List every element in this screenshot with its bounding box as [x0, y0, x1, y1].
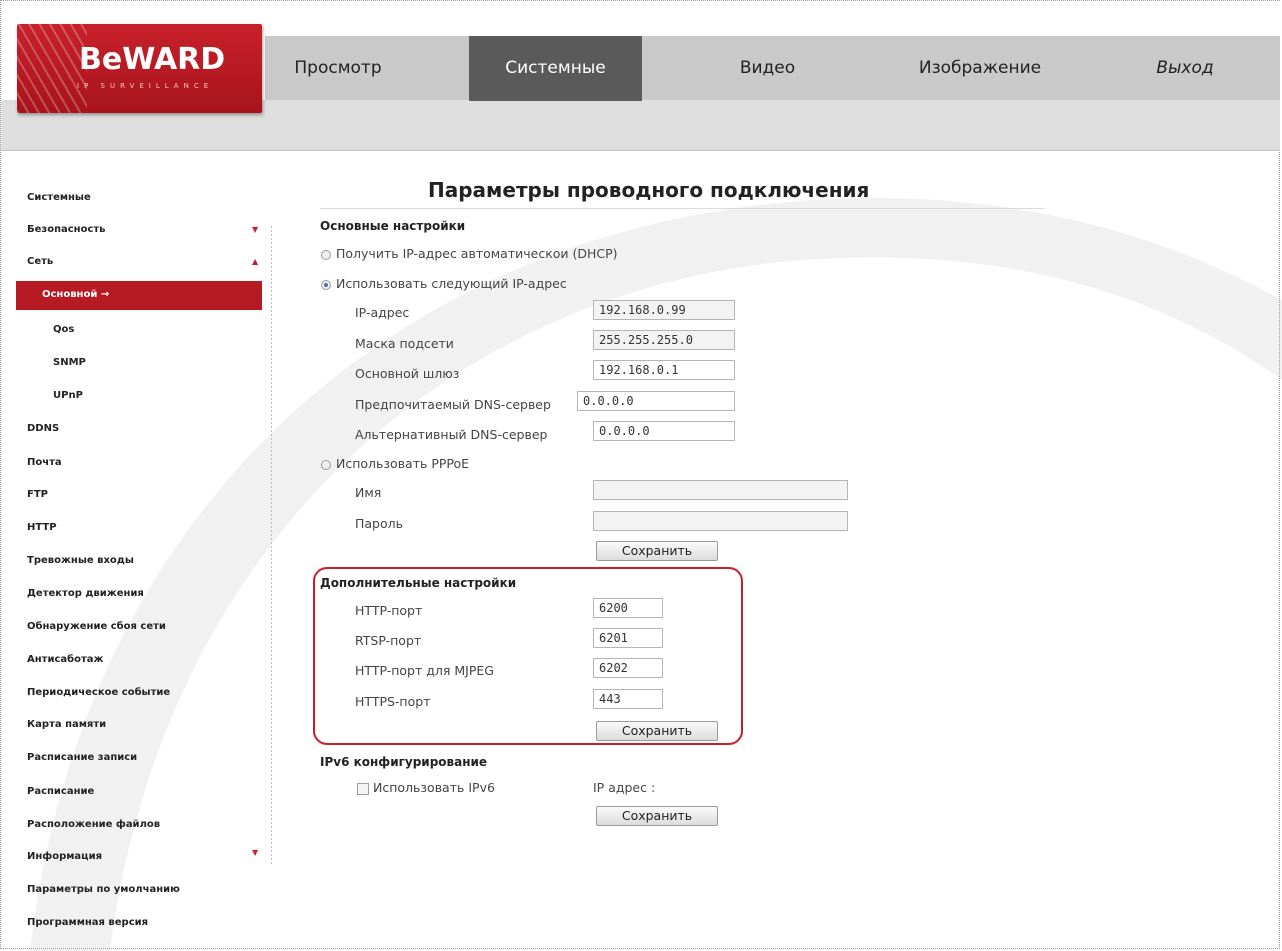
- https-port-label: HTTPS-порт: [355, 694, 431, 709]
- pppoe-name-label: Имя: [355, 485, 382, 500]
- sidebar-item-file-location[interactable]: Расположение файлов: [27, 819, 160, 830]
- sidebar-item-snmp[interactable]: SNMP: [53, 357, 86, 368]
- logo-tagline: IP SURVEILLANCE: [77, 82, 214, 90]
- rtsp-port-label: RTSP-порт: [355, 633, 422, 648]
- tab-video[interactable]: Видео: [700, 36, 835, 101]
- sidebar-item-basic-label: Основной →: [42, 289, 110, 300]
- sidebar-item-firmware[interactable]: Программная версия: [27, 917, 148, 928]
- page-title: Параметры проводного подключения: [428, 178, 870, 202]
- save-advanced-button[interactable]: Сохранить: [596, 721, 718, 741]
- dns-secondary-field[interactable]: 0.0.0.0: [593, 421, 735, 441]
- subnet-mask-label: Маска подсети: [355, 336, 454, 351]
- sidebar-divider: [271, 226, 272, 866]
- sidebar-item-schedule[interactable]: Расписание: [27, 786, 94, 797]
- sidebar-item-mail[interactable]: Почта: [27, 457, 62, 468]
- sidebar-item-system[interactable]: Системные: [27, 192, 91, 203]
- dhcp-radio[interactable]: [321, 250, 331, 260]
- sidebar-item-http[interactable]: HTTP: [27, 522, 57, 533]
- ipv6-address-label: IP адрес :: [593, 780, 656, 795]
- sidebar-item-defaults[interactable]: Параметры по умолчанию: [27, 884, 180, 895]
- sidebar-item-network-failure[interactable]: Обнаружение сбоя сети: [27, 621, 166, 632]
- ipv6-checkbox[interactable]: [357, 783, 369, 795]
- expand-arrow-icon[interactable]: ▼: [252, 225, 258, 234]
- sidebar-item-alarm-inputs[interactable]: Тревожные входы: [27, 555, 134, 566]
- sidebar-item-info[interactable]: Информация: [27, 851, 102, 862]
- sidebar-item-motion-detector[interactable]: Детектор движения: [27, 588, 144, 599]
- ip-address-label: IP-адрес: [355, 305, 410, 320]
- sidebar-item-upnp[interactable]: UPnP: [53, 390, 83, 401]
- sidebar-item-basic[interactable]: Основной →: [16, 281, 262, 310]
- pppoe-name-field[interactable]: [593, 480, 848, 500]
- pppoe-password-field[interactable]: [593, 511, 848, 531]
- logo-pattern: [17, 24, 87, 113]
- https-port-field[interactable]: 443: [593, 689, 663, 709]
- ipv6-heading: IPv6 конфигурирование: [320, 755, 488, 769]
- static-ip-radio[interactable]: [321, 280, 331, 290]
- ip-address-field[interactable]: 192.168.0.99: [593, 300, 735, 320]
- mjpeg-port-field[interactable]: 6202: [593, 658, 663, 678]
- basic-settings-heading: Основные настройки: [320, 219, 466, 233]
- sidebar-item-ftp[interactable]: FTP: [27, 489, 48, 500]
- expand-arrow-icon[interactable]: ▼: [252, 848, 258, 857]
- mjpeg-port-label: HTTP-порт для MJPEG: [355, 663, 494, 678]
- http-port-label: HTTP-порт: [355, 603, 423, 618]
- dns-secondary-label: Альтернативный DNS-сервер: [355, 427, 548, 442]
- pppoe-radio[interactable]: [321, 460, 331, 470]
- subnet-mask-field[interactable]: 255.255.255.0: [593, 330, 735, 350]
- arrow-right-icon: →: [100, 289, 110, 300]
- dhcp-label: Получить IP-адрес автоматическои (DHCP): [336, 246, 618, 261]
- gateway-field[interactable]: 192.168.0.1: [593, 360, 735, 380]
- pppoe-label: Использовать PPPoE: [336, 456, 470, 471]
- title-divider: [320, 208, 1045, 209]
- sidebar-item-qos[interactable]: Qos: [53, 324, 74, 335]
- sidebar-item-record-schedule[interactable]: Расписание записи: [27, 752, 137, 763]
- gateway-label: Основной шлюз: [355, 366, 460, 381]
- http-port-field[interactable]: 6200: [593, 598, 663, 618]
- collapse-arrow-icon[interactable]: ▲: [252, 257, 258, 266]
- sidebar-item-security[interactable]: Безопасность: [27, 224, 106, 235]
- save-ipv6-button[interactable]: Сохранить: [596, 806, 718, 826]
- sidebar-item-ddns[interactable]: DDNS: [27, 423, 59, 434]
- sidebar-item-memory-card[interactable]: Карта памяти: [27, 719, 106, 730]
- pppoe-password-label: Пароль: [355, 516, 403, 531]
- sidebar-item-network[interactable]: Сеть: [27, 256, 53, 267]
- dns-primary-label: Предпочитаемый DNS-сервер: [355, 397, 551, 412]
- rtsp-port-field[interactable]: 6201: [593, 628, 663, 648]
- logo-text: BeWARD: [79, 42, 226, 77]
- static-ip-label: Использовать следующий IP-адрес: [336, 276, 567, 291]
- save-basic-button[interactable]: Сохранить: [596, 541, 718, 561]
- tab-view[interactable]: Просмотр: [265, 36, 411, 101]
- tab-image[interactable]: Изображение: [890, 36, 1070, 101]
- advanced-settings-heading: Дополнительные настройки: [320, 576, 517, 590]
- sidebar-item-tamper[interactable]: Антисаботаж: [27, 654, 103, 665]
- tab-system[interactable]: Системные: [469, 36, 642, 101]
- tab-logout[interactable]: Выход: [1125, 36, 1245, 101]
- ipv6-checkbox-label: Использовать IPv6: [373, 780, 495, 795]
- dns-primary-field[interactable]: 0.0.0.0: [577, 391, 735, 411]
- sidebar-item-periodic-event[interactable]: Периодическое событие: [27, 687, 170, 698]
- brand-logo: BeWARD IP SURVEILLANCE: [17, 24, 262, 113]
